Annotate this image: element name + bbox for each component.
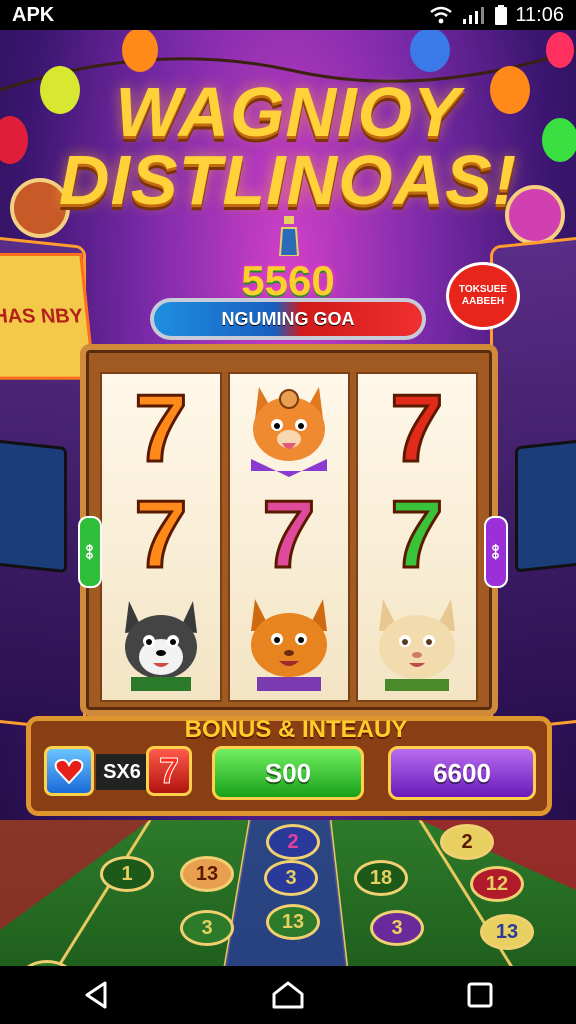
game-screen[interactable]: CHAS NBY WAGNIOY DISTLINOAS! 5560 NGUMIN… — [0, 30, 576, 966]
clock: 11:06 — [515, 3, 564, 26]
speech-bubble: TOKSUEE AABEEH — [446, 262, 520, 330]
seven-button[interactable]: 7 — [146, 746, 192, 796]
heart-icon — [54, 758, 84, 784]
game-title: WAGNIOY DISTLINOAS! — [0, 73, 576, 219]
cat-cream-icon — [358, 588, 476, 693]
multiplier-label: SX6 — [96, 754, 148, 790]
battery-icon — [495, 5, 508, 25]
table-number[interactable]: 2 — [440, 824, 494, 860]
table-number[interactable]: 12 — [470, 866, 524, 902]
reel-symbol-seven: 7 — [389, 374, 445, 482]
table-number[interactable]: 3 — [180, 910, 234, 946]
back-button[interactable] — [66, 975, 126, 1015]
slot-machine-frame: 7 7 7 7 7 — [80, 344, 498, 716]
table-number[interactable]: 13 — [180, 856, 234, 892]
arcade-cabinet-left: CHAS NBY — [0, 233, 96, 733]
table-number[interactable]: 2 — [266, 824, 320, 860]
table-number[interactable]: 3 — [370, 910, 424, 946]
reel-symbol-seven: 7 — [133, 480, 189, 588]
cat-orange-icon — [230, 376, 348, 481]
reel-symbol-seven: 7 — [261, 480, 317, 588]
banner-text: NGUMING GOA — [221, 308, 355, 329]
side-indicator-right: ꝋꝋ — [484, 516, 508, 588]
table-number[interactable]: 18 — [354, 860, 408, 896]
wifi-icon — [430, 6, 453, 24]
cat-grey-icon — [102, 588, 220, 693]
signal-icon — [463, 7, 485, 24]
jackpot-banner: NGUMING GOA — [150, 298, 426, 340]
side-indicator-left: ꝋꝋ — [78, 516, 102, 588]
bet-green-button[interactable]: S00 — [212, 746, 364, 800]
title-line-1: WAGNIOY — [115, 73, 461, 151]
app-label: APK — [12, 3, 55, 26]
title-line-2: DISTLINOAS! — [58, 141, 518, 219]
recents-button[interactable] — [450, 975, 510, 1015]
trophy-icon — [278, 216, 300, 256]
status-bar: APK 11:06 — [0, 0, 576, 30]
bet-purple-button[interactable]: 6600 — [388, 746, 536, 800]
cabinet-screen — [515, 438, 576, 573]
home-icon — [272, 981, 304, 1009]
roulette-table: 2 1 13 3 18 2 12 3 13 3 13 12 — [0, 820, 576, 966]
bonus-title: BONUS & INTEAUY — [184, 716, 408, 743]
table-number[interactable]: 3 — [264, 860, 318, 896]
home-button[interactable] — [258, 975, 318, 1015]
table-number[interactable]: 1 — [100, 856, 154, 892]
cat-ginger-icon — [230, 588, 348, 693]
reel-2: 7 — [228, 372, 350, 702]
back-icon — [85, 981, 107, 1009]
heart-button[interactable] — [44, 746, 94, 796]
reel-3: 7 7 — [356, 372, 478, 702]
navigation-bar — [0, 966, 576, 1024]
reel-symbol-seven: 7 — [389, 480, 445, 588]
status-icons: 11:06 — [429, 4, 564, 27]
table-number[interactable]: 13 — [480, 914, 534, 950]
table-number[interactable]: 13 — [266, 904, 320, 940]
cabinet-screen — [0, 439, 67, 574]
reel-1: 7 7 — [100, 372, 222, 702]
recents-icon — [467, 982, 493, 1008]
reel-symbol-seven: 7 — [133, 374, 189, 482]
